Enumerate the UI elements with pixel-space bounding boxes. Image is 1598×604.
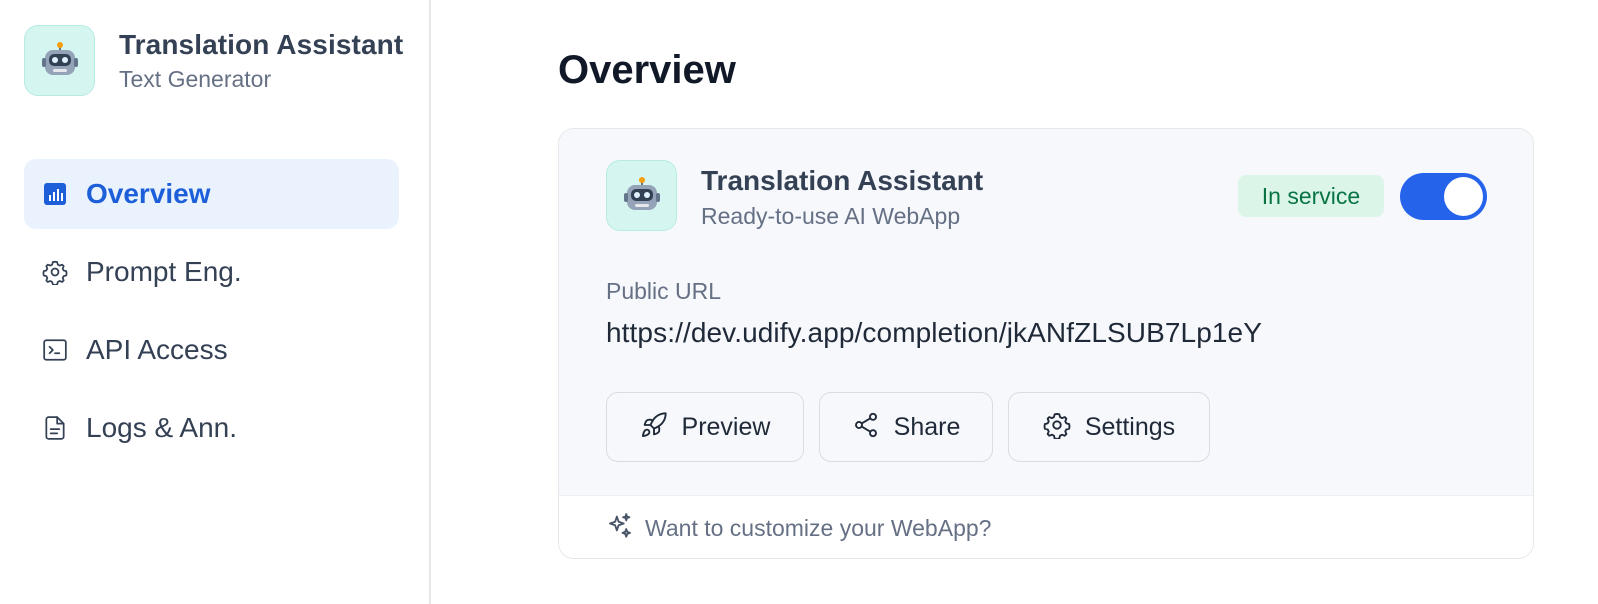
sidebar-item-label: Overview (86, 178, 211, 209)
webapp-card: Translation Assistant Ready-to-use AI We… (558, 128, 1534, 559)
gear-icon (1043, 411, 1071, 444)
sidebar-item-api-access[interactable]: API Access (24, 315, 399, 385)
preview-button-label: Preview (681, 412, 771, 441)
page-title: Overview (558, 48, 736, 92)
public-url-value: https://dev.udify.app/completion/jkANfZL… (606, 317, 1262, 348)
gear-icon (41, 258, 69, 286)
customize-footer[interactable]: Want to customize your WebApp? (559, 495, 1533, 558)
app-name: Translation Assistant (119, 28, 404, 60)
bar-chart-icon (41, 180, 69, 208)
sidebar-item-logs[interactable]: Logs & Ann. (24, 393, 399, 463)
card-body: Translation Assistant Ready-to-use AI We… (559, 129, 1533, 495)
sidebar-item-overview[interactable]: Overview (24, 159, 399, 229)
sidebar: Translation Assistant Text Generator Ove… (0, 0, 431, 604)
toggle-knob (1444, 177, 1483, 216)
share-icon (852, 411, 880, 444)
sidebar-item-label: API Access (86, 334, 228, 365)
robot-icon (623, 176, 660, 210)
share-button-label: Share (893, 412, 961, 441)
share-button[interactable]: Share (819, 392, 993, 462)
app-type: Text Generator (119, 65, 272, 92)
status-badge: In service (1238, 175, 1384, 217)
sidebar-item-label: Prompt Eng. (86, 256, 242, 287)
card-subtitle: Ready-to-use AI WebApp (701, 203, 961, 229)
app-meta: Translation Assistant Text Generator (119, 27, 403, 95)
card-title: Translation Assistant (701, 165, 984, 196)
document-icon (41, 414, 69, 442)
terminal-icon (41, 336, 69, 364)
robot-icon (41, 41, 78, 75)
preview-button[interactable]: Preview (606, 392, 804, 462)
sidebar-item-label: Logs & Ann. (86, 412, 238, 443)
sparkles-icon (605, 511, 635, 546)
sidebar-nav: Overview Prompt Eng. API Access Logs & A… (24, 159, 399, 471)
app-header: Translation Assistant Text Generator (24, 25, 403, 96)
rocket-icon (640, 411, 668, 444)
settings-button-label: Settings (1084, 412, 1176, 441)
sidebar-item-prompt-eng[interactable]: Prompt Eng. (24, 237, 399, 307)
customize-link[interactable]: Want to customize your WebApp? (645, 515, 991, 542)
settings-button[interactable]: Settings (1008, 392, 1210, 462)
public-url-label: Public URL (606, 278, 722, 304)
service-toggle[interactable] (1400, 173, 1487, 220)
app-root: Translation Assistant Text Generator Ove… (0, 0, 1598, 604)
app-avatar (24, 25, 95, 96)
card-avatar (606, 160, 677, 231)
